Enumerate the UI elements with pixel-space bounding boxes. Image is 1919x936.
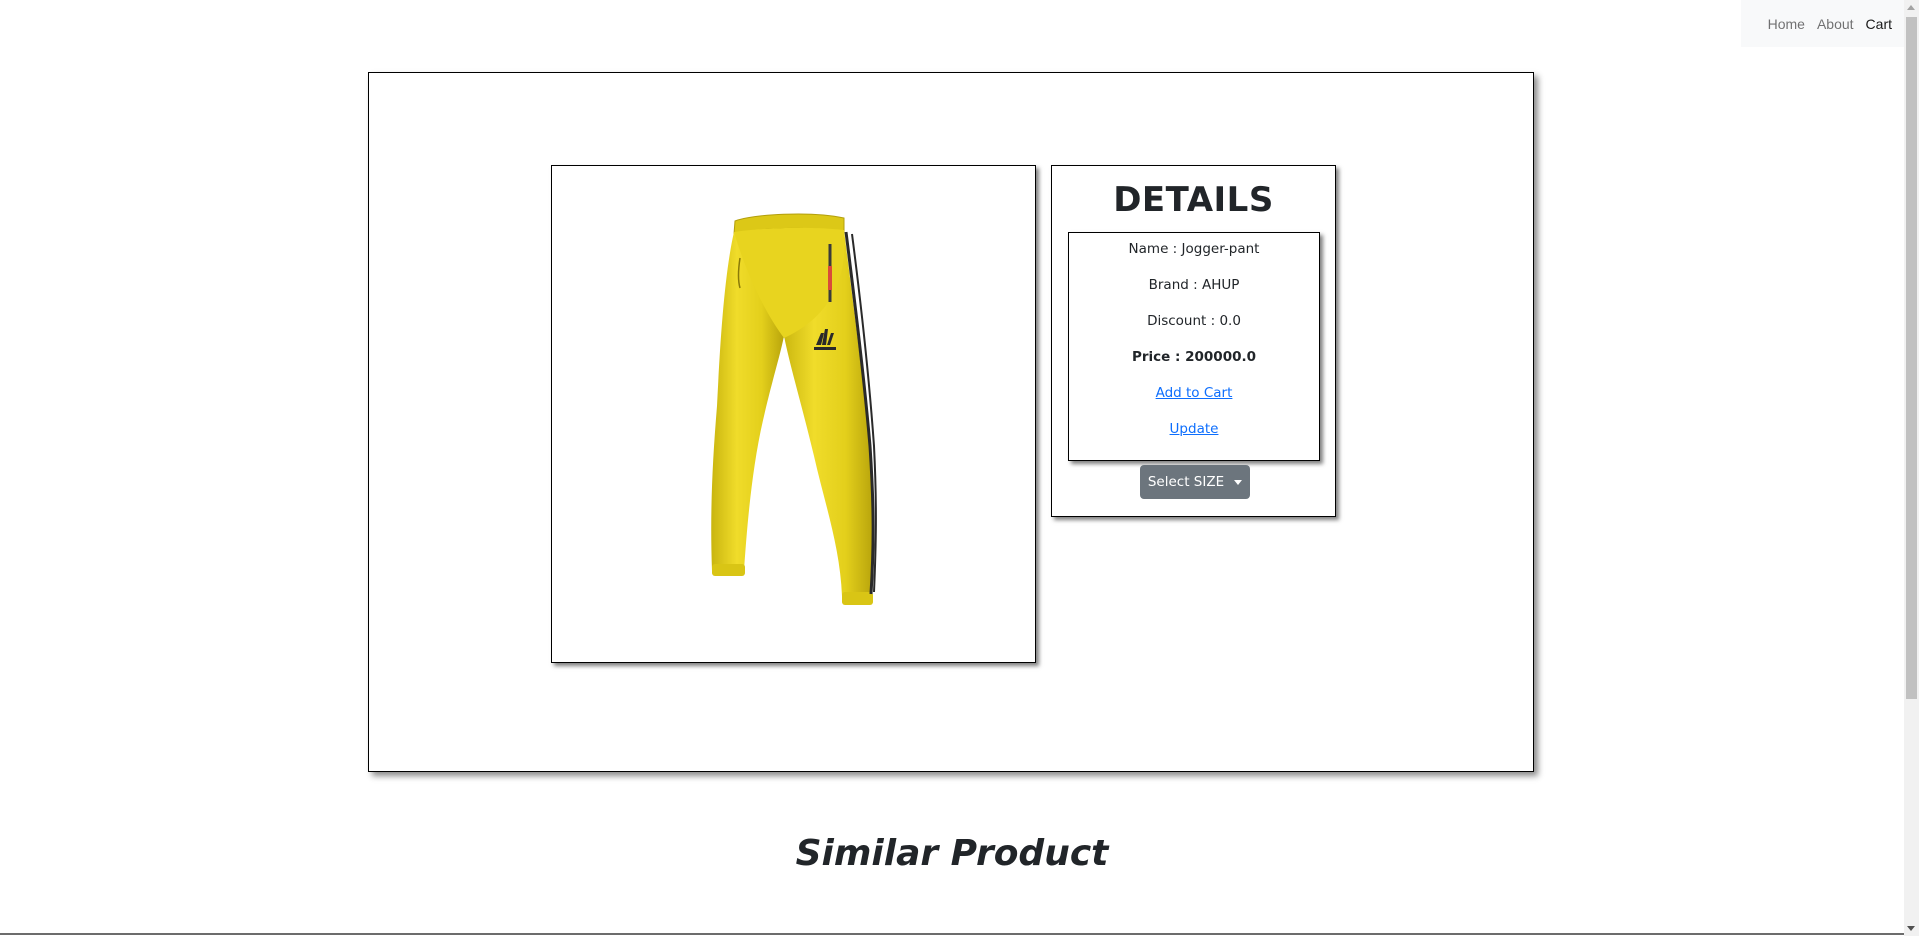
similar-product-heading: Similar Product [795, 833, 1109, 874]
product-brand: Brand : AHUP [1148, 277, 1240, 293]
select-size-button[interactable]: Select SIZE [1140, 465, 1250, 499]
nav-home-link[interactable]: Home [1762, 16, 1811, 32]
product-image-card [551, 165, 1036, 663]
section-divider [0, 933, 1904, 935]
update-link[interactable]: Update [1170, 421, 1219, 437]
add-to-cart-row: Add to Cart [1069, 385, 1319, 401]
product-price: Price : 200000.0 [1131, 349, 1257, 365]
scroll-up-arrow-icon[interactable] [1907, 5, 1915, 10]
add-to-cart-link[interactable]: Add to Cart [1156, 385, 1233, 401]
caret-down-icon [1234, 479, 1243, 485]
product-page: Home About Cart DETAILS Name: Jogger-pa… [0, 0, 1919, 936]
product-image [711, 213, 877, 605]
scrollbar-thumb[interactable] [1906, 17, 1917, 699]
details-card: DETAILS Name : Jogger-pant Brand : AHUP … [1051, 165, 1336, 517]
page-scrollbar[interactable] [1904, 0, 1919, 936]
product-discount: Discount : 0.0 [1147, 313, 1241, 329]
nav-about-link[interactable]: About [1811, 16, 1860, 32]
scroll-down-arrow-icon[interactable] [1907, 926, 1915, 931]
nav-cart-link[interactable]: Cart [1860, 16, 1898, 32]
update-row: Update [1069, 421, 1319, 437]
details-title: DETAILS [1113, 180, 1274, 220]
product-name: Name : Jogger-pant [1128, 241, 1260, 257]
select-size-label: Select SIZE [1147, 474, 1225, 490]
top-nav: Home About Cart [1741, 0, 1904, 47]
details-info-box: Name : Jogger-pant Brand : AHUP Discount… [1068, 232, 1320, 461]
